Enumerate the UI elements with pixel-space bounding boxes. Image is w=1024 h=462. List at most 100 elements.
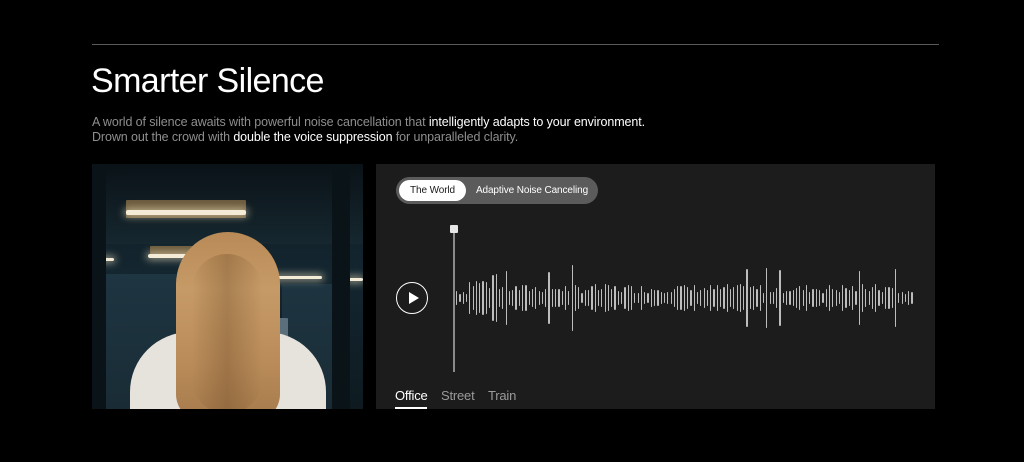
- waveform-bar: [792, 290, 794, 306]
- photo-lamp: [126, 210, 246, 215]
- waveform-bar: [551, 289, 553, 307]
- waveform-bar: [637, 292, 639, 304]
- waveform-bar: [601, 289, 603, 307]
- waveform-bar: [871, 286, 874, 310]
- waveform-bar: [759, 285, 761, 311]
- waveform-bar: [647, 292, 649, 304]
- tab-street[interactable]: Street: [441, 388, 475, 403]
- waveform-bar: [842, 285, 844, 311]
- waveform-bar: [508, 290, 511, 305]
- waveform-bar: [624, 286, 626, 310]
- description-text: for unparalleled clarity.: [392, 130, 519, 144]
- waveform-bar: [525, 285, 527, 311]
- waveform-bar: [858, 271, 860, 325]
- waveform-bar: [654, 289, 656, 307]
- waveform-bar: [541, 292, 544, 304]
- waveform-bar: [571, 264, 573, 332]
- waveform-bar: [802, 289, 804, 307]
- waveform-bar: [894, 268, 897, 328]
- waveform-bar: [845, 288, 847, 308]
- waveform-bar: [475, 280, 478, 316]
- waveform-bar: [627, 285, 629, 311]
- waveform-bar: [713, 289, 715, 307]
- waveform-bar: [848, 289, 850, 307]
- description-text: Drown out the crowd with: [92, 130, 234, 144]
- waveform-bar: [568, 290, 570, 306]
- section-divider: [92, 44, 939, 45]
- waveform-bar: [607, 285, 610, 311]
- waveform-bar: [545, 289, 547, 307]
- waveform-bar: [855, 291, 857, 305]
- mode-option-adaptive-noise-canceling[interactable]: Adaptive Noise Canceling: [470, 180, 594, 201]
- waveform-bar: [746, 269, 748, 327]
- waveform-bar: [498, 289, 501, 307]
- tab-active-indicator: [395, 407, 427, 409]
- waveform-bar: [522, 284, 524, 312]
- waveform-bar: [687, 287, 689, 309]
- waveform-bar: [832, 289, 834, 307]
- play-button[interactable]: [396, 282, 428, 314]
- waveform-bar: [683, 284, 685, 312]
- waveform-bar: [891, 287, 893, 309]
- tab-office[interactable]: Office: [395, 388, 428, 403]
- waveform-bar: [644, 291, 646, 305]
- waveform-bar: [528, 290, 530, 306]
- waveform-bar: [584, 289, 586, 307]
- waveform-bar: [838, 291, 841, 305]
- waveform-bar: [739, 284, 742, 312]
- waveform-bar: [489, 287, 491, 309]
- waveform-bar: [621, 291, 623, 305]
- waveform-bar: [861, 284, 864, 312]
- waveform-bar: [786, 291, 788, 305]
- waveform-bar: [564, 286, 567, 310]
- waveform-bar: [710, 284, 712, 312]
- waveform-bar: [667, 292, 669, 304]
- waveform-bar: [885, 287, 887, 309]
- waveform-bar: [462, 291, 464, 305]
- waveform-bar: [911, 292, 913, 304]
- waveform-bar: [769, 291, 771, 305]
- waveform-bar: [492, 274, 494, 322]
- waveform-bar: [723, 286, 725, 310]
- waveform-bar: [733, 286, 735, 310]
- waveform-bar: [703, 287, 705, 309]
- waveform-bar: [597, 289, 600, 307]
- waveform-bar: [822, 292, 824, 304]
- waveform-bar: [756, 288, 758, 308]
- audio-demo-panel: The World Adaptive Noise Canceling Offic…: [376, 164, 935, 409]
- tab-train[interactable]: Train: [488, 388, 516, 403]
- playhead-handle[interactable]: [450, 225, 458, 233]
- waveform-bar: [753, 286, 755, 310]
- waveform-bar: [630, 285, 633, 311]
- waveform-bar: [901, 292, 903, 304]
- waveform-bar: [495, 273, 497, 323]
- waveform-bar: [782, 292, 784, 304]
- waveform-bar: [706, 289, 709, 307]
- waveform-bar: [650, 288, 652, 308]
- waveform-bar: [865, 289, 867, 307]
- mode-option-the-world[interactable]: The World: [399, 180, 466, 201]
- description-text: A world of silence awaits with powerful …: [92, 115, 429, 129]
- waveform-bar: [611, 288, 613, 308]
- waveform-bar: [815, 289, 817, 307]
- waveform-bar: [512, 290, 514, 306]
- waveform-bar: [809, 292, 811, 304]
- waveform-bar: [729, 289, 732, 307]
- waveform-bar: [835, 289, 837, 307]
- waveform-bar: [696, 292, 699, 304]
- waveform-bar: [588, 289, 590, 307]
- waveform-bar: [726, 284, 728, 312]
- waveform-bar: [634, 292, 636, 304]
- waveform-bar: [640, 285, 643, 311]
- waveform-bar: [908, 290, 910, 306]
- mode-toggle[interactable]: The World Adaptive Noise Canceling: [396, 177, 598, 204]
- audio-waveform[interactable]: [456, 258, 916, 338]
- waveform-bar: [614, 285, 616, 311]
- waveform-bar: [677, 286, 679, 310]
- section-description: A world of silence awaits with powerful …: [92, 115, 712, 145]
- waveform-bar: [465, 293, 468, 302]
- waveform-bar: [700, 290, 702, 306]
- waveform-bar: [690, 289, 692, 307]
- waveform-bar: [502, 286, 504, 309]
- page: Smarter Silence A world of silence await…: [0, 0, 1024, 462]
